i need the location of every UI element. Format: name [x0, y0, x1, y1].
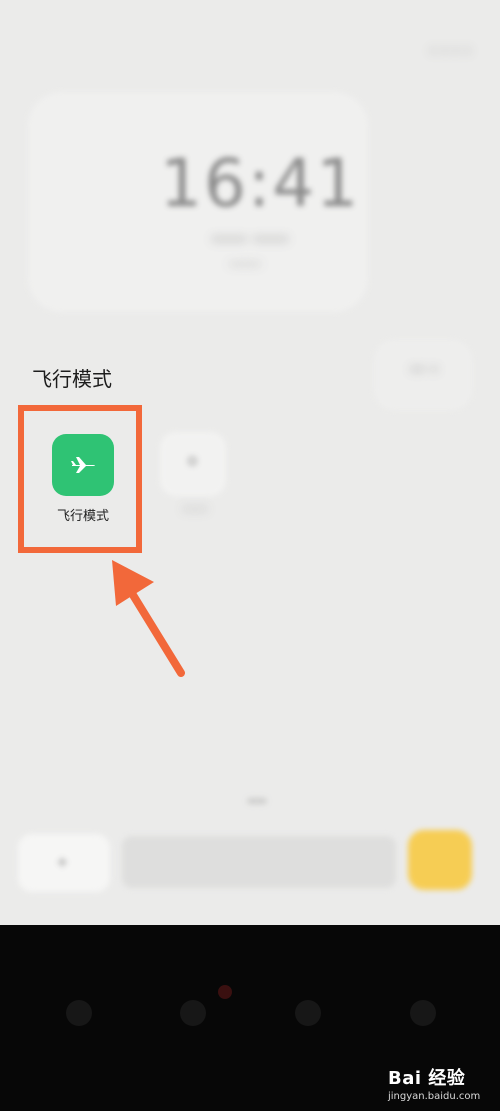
nav-icon-4[interactable] [410, 1000, 436, 1026]
status-text: * * * * [429, 46, 471, 62]
yellow-button[interactable] [408, 830, 472, 890]
clock-date: **** **** [211, 232, 289, 253]
watermark-url: jingyan.baidu.com [388, 1091, 481, 1102]
section-label: 飞行模式 [32, 367, 112, 391]
indicator-dot [218, 985, 232, 999]
airplane-mode-tile[interactable] [52, 434, 114, 496]
page-indicator [247, 798, 267, 804]
settings-icon: ⚙ [186, 454, 199, 470]
clock-time: 16:41 [160, 145, 361, 222]
baidu-jingyan-watermark: Bai 经验 jingyan.baidu.com [388, 1064, 496, 1108]
nav-icon-1[interactable] [66, 1000, 92, 1026]
second-tile-label: **** [182, 505, 208, 520]
bottom-slider-bar[interactable] [122, 836, 396, 888]
clock-subtext: ***** [228, 260, 262, 275]
plus-icon: + [56, 853, 69, 871]
airplane-mode-label: 飞行模式 [56, 509, 109, 524]
watermark-main: Bai 经验 [388, 1068, 466, 1089]
right-chip-label: ** * [409, 362, 439, 381]
nav-icon-3[interactable] [295, 1000, 321, 1026]
nav-icon-2[interactable] [180, 1000, 206, 1026]
airplane-icon [71, 457, 95, 473]
